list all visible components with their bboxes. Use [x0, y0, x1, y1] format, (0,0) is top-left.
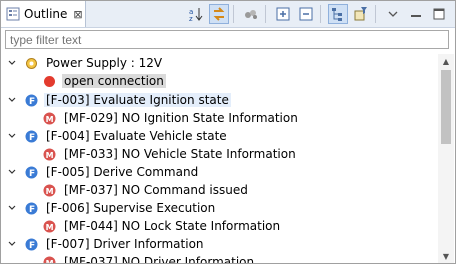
tree-item[interactable]: M [MF-033] NO Vehicle State Information [23, 145, 298, 163]
function-icon: F [25, 202, 38, 215]
outline-view-icon [6, 7, 20, 21]
tree-item-label: [F-004] Evaluate Vehicle state [46, 129, 227, 143]
svg-text:M: M [46, 115, 54, 124]
close-icon[interactable]: ⊠ [73, 8, 82, 21]
function-icon: F [25, 238, 38, 251]
malfunction-icon: M [43, 220, 56, 233]
scroll-up-icon[interactable]: ▲ [438, 54, 454, 68]
tree-item-label: [F-007] Driver Information [46, 237, 204, 251]
svg-text:F: F [29, 97, 35, 107]
tree-item-label: [F-006] Supervise Execution [46, 201, 216, 215]
view-toolbar: az [183, 4, 449, 24]
tree-item[interactable]: F [F-006] Supervise Execution [7, 199, 217, 217]
chevron-down-icon[interactable] [7, 131, 17, 141]
toolbar-separator [233, 5, 234, 23]
tree-item[interactable]: M [MF-044] NO Lock State Information [23, 217, 282, 235]
view-tab-bar: Outline ⊠ az [1, 1, 455, 28]
tree-item-label: [MF-037] NO Driver Information [64, 255, 255, 263]
svg-text:F: F [29, 205, 35, 215]
expand-all-icon[interactable] [273, 4, 293, 24]
outline-tab[interactable]: Outline ⊠ [1, 1, 86, 27]
scroll-down-icon[interactable]: ▼ [438, 249, 454, 263]
tree-item-label: Power Supply : 12V [46, 56, 163, 70]
sort-alpha-icon[interactable]: az [186, 4, 206, 24]
tree-item-label: open connection [62, 74, 166, 88]
svg-text:F: F [29, 133, 35, 143]
malfunction-icon: M [43, 148, 56, 161]
tree-item[interactable]: F [F-003] Evaluate Ignition state [7, 91, 231, 109]
collapse-all-icon[interactable] [296, 4, 316, 24]
tree-item[interactable]: M [MF-037] NO Driver Information [23, 253, 256, 263]
chevron-down-icon[interactable] [7, 58, 17, 68]
vertical-scrollbar[interactable]: ▲ ▼ [438, 54, 454, 263]
malfunction-icon: M [43, 184, 56, 197]
chevron-down-icon[interactable] [7, 203, 17, 213]
minimize-icon[interactable] [406, 4, 426, 24]
scrollbar-thumb[interactable] [441, 70, 451, 144]
toolbar-separator [265, 5, 266, 23]
svg-text:F: F [29, 241, 35, 251]
tree-item-label: [MF-044] NO Lock State Information [64, 219, 281, 233]
collapse-dots-icon[interactable] [241, 4, 261, 24]
tree-item[interactable]: F [F-004] Evaluate Vehicle state [7, 127, 229, 145]
chevron-down-icon[interactable] [7, 167, 17, 177]
tree-item[interactable]: M [MF-037] NO Command issued [23, 181, 250, 199]
view-menu-icon[interactable] [383, 4, 403, 24]
error-icon [43, 75, 56, 88]
tree-layout-icon[interactable] [328, 4, 348, 24]
function-icon: F [25, 94, 38, 107]
outline-view: Outline ⊠ az type filter text Power Supp… [0, 0, 456, 264]
svg-text:F: F [29, 169, 35, 179]
tree-item[interactable]: M [MF-029] NO Ignition State Information [23, 109, 300, 127]
svg-text:z: z [189, 15, 193, 22]
function-icon: F [25, 130, 38, 143]
chevron-down-icon[interactable] [7, 95, 17, 105]
outline-tree: Power Supply : 12V open connection F [F-… [1, 54, 437, 263]
tree-item-label: [MF-037] NO Command issued [64, 183, 248, 197]
view-title: Outline [24, 7, 68, 21]
malfunction-icon: M [43, 112, 56, 125]
svg-text:M: M [46, 259, 54, 264]
filter-input[interactable] [5, 30, 449, 49]
malfunction-icon: M [43, 256, 56, 264]
maximize-icon[interactable] [429, 4, 449, 24]
chevron-down-icon[interactable] [7, 239, 17, 249]
tree-item-label: [F-005] Derive Command [46, 165, 199, 179]
tree-item-label: [MF-029] NO Ignition State Information [64, 111, 298, 125]
function-icon: F [25, 166, 38, 179]
tree-item[interactable]: F [F-007] Driver Information [7, 235, 206, 253]
tree-item-label: [F-003] Evaluate Ignition state [44, 93, 231, 107]
tree-item[interactable]: open connection [23, 72, 166, 90]
tree-item[interactable]: F [F-005] Derive Command [7, 163, 200, 181]
system-icon [25, 57, 38, 70]
tree-item[interactable]: Power Supply : 12V [7, 54, 164, 72]
svg-text:M: M [46, 223, 54, 232]
svg-text:M: M [46, 151, 54, 160]
toolbar-separator [375, 5, 376, 23]
link-editor-icon[interactable] [209, 4, 229, 24]
filter-settings-icon[interactable] [351, 4, 371, 24]
svg-text:M: M [46, 187, 54, 196]
tree-item-label: [MF-033] NO Vehicle State Information [64, 147, 296, 161]
toolbar-separator [320, 5, 321, 23]
